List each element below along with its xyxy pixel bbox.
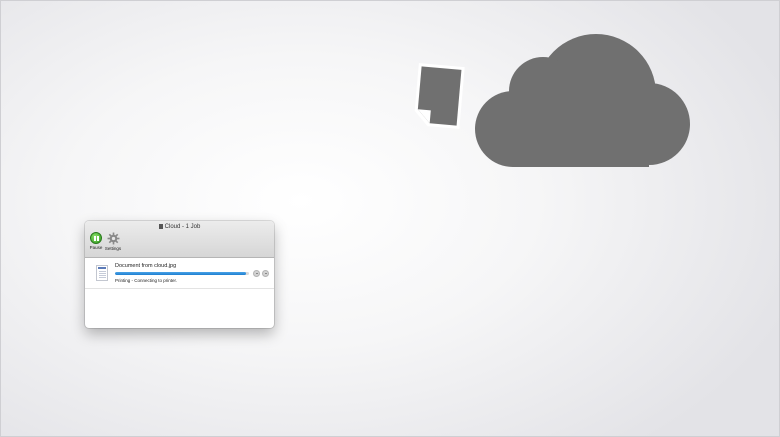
- job-progress-fill: [115, 272, 247, 275]
- cloud-icon: [475, 34, 690, 167]
- document-thumbnail-icon: [96, 265, 108, 281]
- window-titlebar: Cloud - 1 Job Pause Settings: [85, 221, 274, 258]
- job-progress-bar: [115, 272, 249, 275]
- job-status: Printing - Connecting to printer.: [115, 278, 178, 283]
- gear-icon: [107, 232, 119, 245]
- settings-button[interactable]: Settings: [103, 232, 123, 251]
- document-icon: [414, 63, 465, 129]
- settings-label: Settings: [104, 246, 122, 251]
- print-job-row[interactable]: Document from cloud.jpg Printing - Conne…: [85, 258, 274, 289]
- job-name: Document from cloud.jpg: [115, 263, 177, 269]
- window-title: Cloud - 1 Job: [85, 223, 274, 231]
- hold-job-button[interactable]: [262, 270, 269, 277]
- desktop-background: Cloud - 1 Job Pause Settings Document fr…: [0, 0, 780, 437]
- print-queue-window: Cloud - 1 Job Pause Settings Document fr…: [85, 221, 274, 328]
- pause-icon: [90, 232, 102, 244]
- stop-job-button[interactable]: [253, 270, 260, 277]
- printer-icon: [158, 224, 163, 229]
- window-title-text: Cloud - 1 Job: [164, 224, 201, 230]
